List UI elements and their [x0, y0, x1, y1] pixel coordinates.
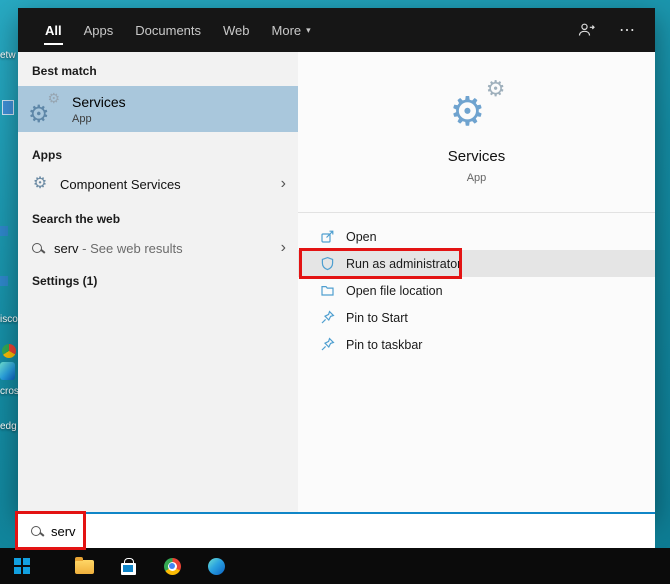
- open-icon: [320, 229, 335, 244]
- best-match-title: Services: [72, 94, 126, 110]
- gear-icon: ⚙: [47, 91, 60, 105]
- edge-icon: [208, 558, 225, 575]
- services-gear-icon: ⚙ ⚙: [30, 93, 60, 125]
- action-label: Open: [346, 230, 377, 244]
- tab-documents-label: Documents: [135, 23, 201, 38]
- windows-logo-icon: [14, 558, 30, 574]
- header-actions: ⋯: [578, 8, 655, 52]
- results-list: Best match ⚙ ⚙ Services App Apps ⚙ Compo…: [18, 52, 298, 512]
- search-icon: [32, 243, 42, 253]
- action-open-file-location[interactable]: Open file location: [298, 277, 655, 304]
- best-match-subtitle: App: [72, 113, 126, 125]
- more-options-icon[interactable]: ⋯: [619, 20, 635, 40]
- search-results: Best match ⚙ ⚙ Services App Apps ⚙ Compo…: [18, 52, 655, 512]
- web-search-query: serv: [54, 241, 79, 256]
- component-services-icon: ⚙: [32, 176, 48, 192]
- action-pin-to-taskbar[interactable]: Pin to taskbar: [298, 331, 655, 358]
- preview-header: ⚙ ⚙ Services App: [298, 52, 655, 184]
- chevron-right-icon[interactable]: ›: [281, 240, 286, 256]
- web-search-text: serv - See web results: [54, 241, 183, 256]
- gear-icon: ⚙: [28, 103, 50, 127]
- best-match-header: Best match: [18, 52, 298, 86]
- tab-documents[interactable]: Documents: [124, 8, 212, 52]
- filter-tabs: All Apps Documents Web More ▾: [18, 8, 322, 52]
- search-input[interactable]: [51, 524, 351, 539]
- desktop-icon-label[interactable]: edg: [0, 421, 17, 432]
- file-explorer-icon: [75, 560, 94, 574]
- admin-shield-icon: [320, 256, 335, 271]
- store-icon: [121, 563, 136, 575]
- taskbar: [0, 548, 670, 584]
- preview-title: Services: [298, 148, 655, 165]
- gear-icon: ⚙: [486, 78, 506, 100]
- tab-web-label: Web: [223, 23, 250, 38]
- pin-icon: [320, 337, 335, 352]
- desktop-icon-label[interactable]: isco: [0, 314, 18, 325]
- taskbar-file-explorer[interactable]: [62, 548, 106, 584]
- list-item-component-services[interactable]: ⚙ Component Services ›: [18, 168, 298, 200]
- preview-subtitle: App: [298, 172, 655, 184]
- sign-in-icon[interactable]: [578, 22, 595, 38]
- action-pin-to-start[interactable]: Pin to Start: [298, 304, 655, 331]
- taskbar-search-bar[interactable]: [18, 512, 655, 548]
- start-button[interactable]: [0, 548, 44, 584]
- chevron-down-icon: ▾: [306, 25, 311, 36]
- web-search-suffix: - See web results: [79, 241, 183, 256]
- action-label: Run as administrator: [346, 257, 461, 271]
- best-match-text: Services App: [72, 94, 126, 125]
- tab-apps[interactable]: Apps: [73, 8, 125, 52]
- list-item-web-search[interactable]: serv - See web results ›: [18, 232, 298, 264]
- desktop-icon-fragment[interactable]: [0, 226, 8, 236]
- web-section-header: Search the web: [18, 212, 298, 226]
- chrome-icon: [164, 558, 181, 575]
- settings-section-header[interactable]: Settings (1): [18, 274, 298, 288]
- list-item-label: Component Services: [60, 177, 181, 192]
- taskbar-chrome[interactable]: [150, 548, 194, 584]
- search-icon: [31, 526, 41, 536]
- tab-web[interactable]: Web: [212, 8, 261, 52]
- action-label: Pin to taskbar: [346, 338, 422, 352]
- desktop-edge-icon[interactable]: [0, 362, 15, 380]
- action-label: Open file location: [346, 284, 443, 298]
- taskbar-edge[interactable]: [194, 548, 238, 584]
- tab-all-label: All: [45, 23, 62, 38]
- gear-icon: ⚙: [450, 92, 486, 132]
- folder-icon: [320, 283, 335, 298]
- tab-more-label: More: [272, 23, 302, 38]
- apps-section-header: Apps: [18, 148, 298, 162]
- search-flyout: All Apps Documents Web More ▾ ⋯ Best mat…: [18, 8, 655, 512]
- preview-pane: ⚙ ⚙ Services App Open Run: [298, 52, 655, 512]
- desktop-icon-label[interactable]: etw: [0, 50, 16, 61]
- taskbar-store[interactable]: [106, 548, 150, 584]
- action-run-as-administrator[interactable]: Run as administrator: [298, 250, 655, 277]
- desktop-icon-label[interactable]: cros: [0, 386, 19, 397]
- tab-all[interactable]: All: [34, 8, 73, 52]
- search-filter-bar: All Apps Documents Web More ▾ ⋯: [18, 8, 655, 52]
- action-open[interactable]: Open: [298, 223, 655, 250]
- action-list: Open Run as administrator Open file loca…: [298, 213, 655, 358]
- tab-more[interactable]: More ▾: [261, 8, 322, 52]
- best-match-item[interactable]: ⚙ ⚙ Services App: [18, 86, 298, 132]
- desktop-chrome-icon[interactable]: [2, 344, 16, 358]
- pin-icon: [320, 310, 335, 325]
- tab-apps-label: Apps: [84, 23, 114, 38]
- action-label: Pin to Start: [346, 311, 408, 325]
- services-app-icon: ⚙ ⚙: [444, 78, 510, 132]
- chevron-right-icon[interactable]: ›: [281, 176, 286, 192]
- desktop-document-icon[interactable]: [2, 100, 14, 115]
- desktop-icon-fragment[interactable]: [0, 276, 8, 286]
